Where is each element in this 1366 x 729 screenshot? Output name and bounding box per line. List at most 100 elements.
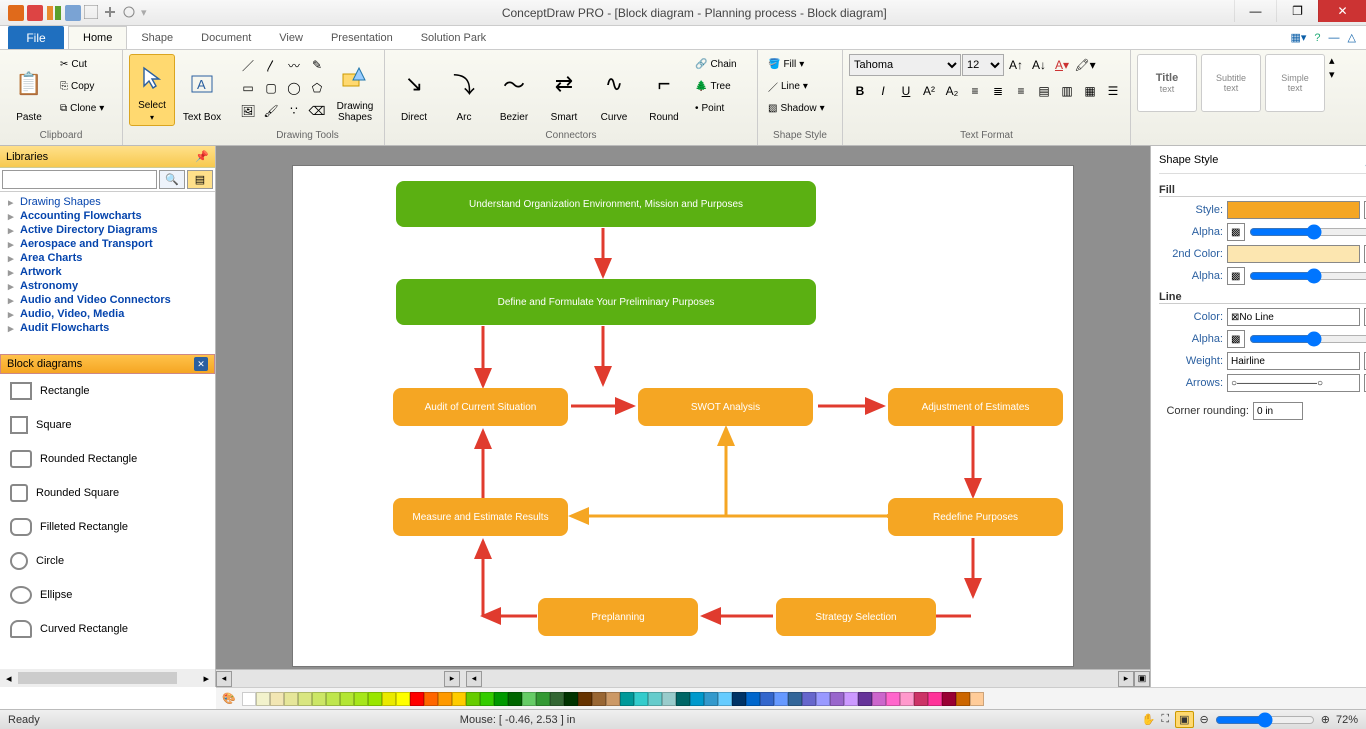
palette-swatch[interactable]	[396, 692, 410, 706]
block-diagrams-header[interactable]: Block diagrams✕	[0, 354, 215, 374]
drawing-shapes-button[interactable]: Drawing Shapes	[332, 54, 378, 126]
palette-swatch[interactable]	[816, 692, 830, 706]
tool-rect[interactable]: ▭	[237, 77, 259, 99]
tree-item[interactable]: Accounting Flowcharts	[0, 209, 215, 223]
palette-swatch[interactable]	[578, 692, 592, 706]
preset-title[interactable]: Titletext	[1137, 54, 1197, 112]
libraries-tree[interactable]: Drawing Shapes Accounting Flowcharts Act…	[0, 192, 215, 354]
palette-swatch[interactable]	[802, 692, 816, 706]
line-button[interactable]: ／ Line ▾	[764, 76, 824, 97]
second-alpha-slider[interactable]	[1249, 268, 1366, 284]
block-preplanning[interactable]: Preplanning	[538, 598, 698, 636]
help-icon[interactable]: ?	[1314, 32, 1320, 44]
textbox-tool[interactable]: AText Box	[179, 54, 225, 126]
align-middle-button[interactable]: ▥	[1056, 80, 1078, 102]
font-color-button[interactable]: A▾	[1051, 54, 1073, 76]
palette-swatch[interactable]	[620, 692, 634, 706]
tree-item[interactable]: Aerospace and Transport	[0, 237, 215, 251]
align-center-button[interactable]: ≣	[987, 80, 1009, 102]
palette-swatch[interactable]	[284, 692, 298, 706]
tool-ellipse[interactable]: ◯	[283, 77, 305, 99]
tool-line[interactable]: ／	[237, 54, 259, 76]
tree-item[interactable]: Area Charts	[0, 251, 215, 265]
block-swot[interactable]: SWOT Analysis	[638, 388, 813, 426]
canvas-viewport[interactable]: Understand Organization Environment, Mis…	[216, 146, 1150, 669]
shape-rounded-rectangle[interactable]: Rounded Rectangle	[0, 442, 215, 476]
minimize-button[interactable]: —	[1234, 0, 1276, 22]
qa-icon[interactable]	[122, 5, 138, 21]
shape-ellipse[interactable]: Ellipse	[0, 578, 215, 612]
zoom-in-button[interactable]: ⊕	[1321, 713, 1330, 726]
shape-filleted-rectangle[interactable]: Filleted Rectangle	[0, 510, 215, 544]
block-audit[interactable]: Audit of Current Situation	[393, 388, 568, 426]
close-button[interactable]: ✕	[1318, 0, 1366, 22]
pan-icon[interactable]: ✋	[1142, 713, 1156, 726]
palette-swatch[interactable]	[704, 692, 718, 706]
grow-font-button[interactable]: A↑	[1005, 54, 1027, 76]
palette-swatch[interactable]	[312, 692, 326, 706]
connector-point[interactable]: • Point	[691, 98, 751, 119]
palette-swatch[interactable]	[424, 692, 438, 706]
palette-swatch[interactable]	[438, 692, 452, 706]
qa-icon[interactable]	[27, 5, 43, 21]
block-define[interactable]: Define and Formulate Your Preliminary Pu…	[396, 279, 816, 325]
underline-button[interactable]: U	[895, 80, 917, 102]
palette-swatch[interactable]	[956, 692, 970, 706]
shape-circle[interactable]: Circle	[0, 544, 215, 578]
tree-item[interactable]: Artwork	[0, 265, 215, 279]
arrows-select[interactable]: ○————————○	[1227, 374, 1360, 392]
connector-curve[interactable]: ∿Curve	[591, 54, 637, 126]
left-hscroll[interactable]: ◂▸	[0, 669, 215, 687]
canvas[interactable]: Understand Organization Environment, Mis…	[293, 166, 1073, 666]
qa-icon[interactable]	[103, 5, 119, 21]
palette-swatch[interactable]	[494, 692, 508, 706]
connector-smart[interactable]: ⇄Smart	[541, 54, 587, 126]
block-redefine[interactable]: Redefine Purposes	[888, 498, 1063, 536]
tool-polygon[interactable]: ⬠	[306, 77, 328, 99]
preset-scroll-up-icon[interactable]: ▴	[1329, 54, 1335, 67]
tool-brush[interactable]: 🖌	[260, 100, 282, 122]
qa-icon[interactable]	[46, 5, 62, 21]
corner-input[interactable]: 0 in	[1253, 402, 1303, 420]
palette-swatch[interactable]	[970, 692, 984, 706]
palette-swatch[interactable]	[886, 692, 900, 706]
palette-swatch[interactable]	[690, 692, 704, 706]
palette-swatch[interactable]	[788, 692, 802, 706]
tab-presentation[interactable]: Presentation	[317, 26, 407, 49]
tool-image[interactable]: 🖼	[237, 100, 259, 122]
palette-swatch[interactable]	[858, 692, 872, 706]
palette-swatch[interactable]	[718, 692, 732, 706]
palette-swatch[interactable]	[326, 692, 340, 706]
palette-swatch[interactable]	[452, 692, 466, 706]
tab-view[interactable]: View	[265, 26, 317, 49]
block-strategy[interactable]: Strategy Selection	[776, 598, 936, 636]
palette-swatch[interactable]	[242, 692, 256, 706]
app-menu-icon[interactable]: ▦▾	[1290, 31, 1306, 44]
copy-button[interactable]: ⎘ Copy	[56, 76, 116, 97]
palette-swatch[interactable]	[466, 692, 480, 706]
palette-swatch[interactable]	[844, 692, 858, 706]
shape-rectangle[interactable]: Rectangle	[0, 374, 215, 408]
color-palette[interactable]: 🎨	[216, 687, 1366, 709]
palette-swatch[interactable]	[732, 692, 746, 706]
search-button[interactable]: 🔍	[159, 170, 185, 189]
palette-swatch[interactable]	[536, 692, 550, 706]
fit-icon[interactable]: ▣	[1175, 711, 1193, 728]
align-bottom-button[interactable]: ▦	[1079, 80, 1101, 102]
palette-swatch[interactable]	[676, 692, 690, 706]
qa-icon[interactable]	[84, 5, 100, 21]
qa-icon[interactable]	[65, 5, 81, 21]
subscript-button[interactable]: A₂	[941, 80, 963, 102]
tool-spray[interactable]: ∵	[283, 100, 305, 122]
shape-rounded-square[interactable]: Rounded Square	[0, 476, 215, 510]
connector-direct[interactable]: ↘Direct	[391, 54, 437, 126]
palette-swatch[interactable]	[914, 692, 928, 706]
paste-button[interactable]: 📋 Paste	[6, 54, 52, 126]
tool-eraser[interactable]: ⌫	[306, 100, 328, 122]
palette-swatch[interactable]	[270, 692, 284, 706]
tree-item[interactable]: Audio, Video, Media	[0, 307, 215, 321]
libraries-search-input[interactable]	[2, 170, 157, 189]
palette-swatch[interactable]	[522, 692, 536, 706]
tree-item[interactable]: Astronomy	[0, 279, 215, 293]
tool-curve[interactable]: 〰	[283, 54, 305, 76]
